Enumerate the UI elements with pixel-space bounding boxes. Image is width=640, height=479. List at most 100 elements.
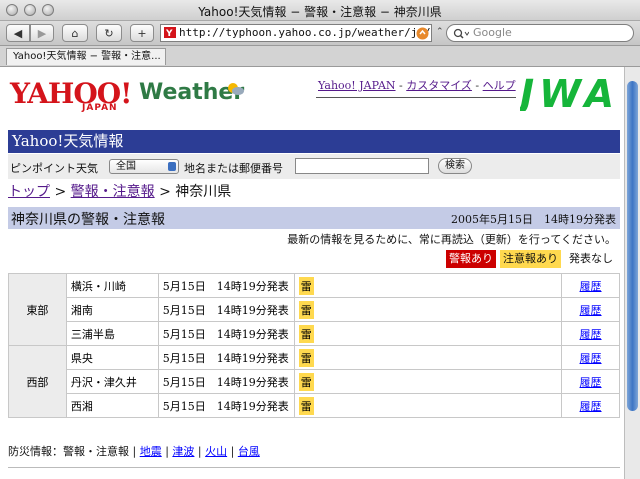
add-bookmark-button[interactable]: + bbox=[130, 24, 154, 42]
warning-types: 雷 bbox=[293, 321, 563, 346]
back-arrow-icon: ◀ bbox=[13, 26, 23, 40]
pinpoint-search-row: ピンポイント天気 全国 地名または郵便番号 検索 bbox=[8, 154, 620, 179]
region-cell: 西部 bbox=[8, 345, 67, 418]
address-url: http://typhoon.yahoo.co.jp/weather/jp/ke… bbox=[179, 26, 432, 39]
reload-notice: 最新の情報を見るために、常に再読込（更新）を行ってください。 bbox=[287, 233, 616, 246]
forward-button[interactable]: ▶ bbox=[30, 24, 54, 42]
issue-time: 5月15日 14時19分発表 bbox=[157, 321, 295, 346]
link-help[interactable]: ヘルプ bbox=[483, 79, 516, 92]
sun-cloud-icon bbox=[228, 83, 244, 95]
header-links: Yahoo! JAPAN - カスタマイズ - ヘルプ bbox=[318, 77, 516, 93]
breadcrumb-current: 神奈川県 bbox=[175, 184, 232, 200]
issue-hour: 14時19分発表 bbox=[216, 375, 289, 389]
snapback-icon[interactable] bbox=[416, 27, 429, 40]
reload-button[interactable]: ↻ bbox=[96, 24, 122, 42]
history-cell: 履歴 bbox=[561, 369, 620, 394]
prefecture-header: 神奈川県の警報・注意報 2005年5月15日 14時19分発表 bbox=[8, 207, 620, 229]
history-link[interactable]: 履歴 bbox=[580, 352, 602, 365]
issue-date: 5月15日 bbox=[162, 327, 206, 341]
warning-types: 雷 bbox=[293, 369, 563, 394]
history-link[interactable]: 履歴 bbox=[580, 304, 602, 317]
legend-warning: 警報あり bbox=[446, 250, 496, 268]
breadcrumb-separator: > bbox=[154, 184, 176, 200]
advisory-badge: 雷 bbox=[298, 372, 314, 391]
tab-current[interactable]: Yahoo!天気情報 − 警報・注意... bbox=[6, 48, 166, 65]
search-placeholder: Google bbox=[473, 26, 512, 39]
history-link[interactable]: 履歴 bbox=[580, 376, 602, 389]
warnings-table: 東部 横浜・川崎 5月15日 14時19分発表 雷 履歴 湘南 5月15日 14… bbox=[8, 273, 620, 418]
prefecture-title: 神奈川県の警報・注意報 bbox=[11, 212, 165, 228]
link-yahoo-japan[interactable]: Yahoo! JAPAN bbox=[318, 79, 396, 92]
link-tsunami[interactable]: 津波 bbox=[172, 445, 194, 458]
footer-separator: | bbox=[129, 445, 140, 458]
issue-hour: 14時19分発表 bbox=[216, 351, 289, 365]
region-select[interactable]: 全国 bbox=[109, 159, 179, 174]
link-typhoon[interactable]: 台風 bbox=[238, 445, 260, 458]
history-link[interactable]: 履歴 bbox=[580, 400, 602, 413]
section-title-bar: Yahoo!天気情報 bbox=[8, 130, 620, 153]
reload-icon: ↻ bbox=[104, 26, 114, 40]
home-icon: ⌂ bbox=[71, 26, 79, 40]
window-titlebar: Yahoo!天気情報 − 警報・注意報 − 神奈川県 bbox=[0, 0, 640, 21]
disaster-info-links: 防災情報：警報・注意報 | 地震 | 津波 | 火山 | 台風 bbox=[8, 443, 260, 459]
tab-label: Yahoo!天気情報 − 警報・注意... bbox=[13, 51, 161, 62]
footer-label: 防災情報：警報・注意報 bbox=[8, 445, 129, 458]
warning-types: 雷 bbox=[293, 273, 563, 298]
issue-date: 5月15日 bbox=[162, 399, 206, 413]
web-page: YAHOO! JAPAN Weather Yahoo! JAPAN - カスタマ… bbox=[0, 67, 624, 479]
area-name: 三浦半島 bbox=[65, 321, 159, 346]
issue-time: 5月15日 14時19分発表 bbox=[157, 273, 295, 298]
scroll-thumb[interactable] bbox=[627, 81, 638, 411]
forward-arrow-icon: ▶ bbox=[37, 26, 47, 40]
advisory-badge: 雷 bbox=[298, 324, 314, 343]
place-input[interactable] bbox=[295, 158, 429, 174]
search-field[interactable]: Google bbox=[446, 24, 634, 42]
advisory-badge: 雷 bbox=[298, 396, 314, 415]
home-button[interactable]: ⌂ bbox=[62, 24, 88, 42]
browser-toolbar: ◀ ▶ ⌂ ↻ + Y http://typhoon.yahoo.co.jp/w… bbox=[0, 21, 640, 46]
issue-date: 5月15日 bbox=[162, 303, 206, 317]
jwa-logo-text: JWA bbox=[520, 73, 614, 111]
link-volcano[interactable]: 火山 bbox=[205, 445, 227, 458]
advisory-badge: 雷 bbox=[298, 276, 314, 295]
issue-time: 5月15日 14時19分発表 bbox=[157, 369, 295, 394]
table-row: 西湘 5月15日 14時19分発表 雷 履歴 bbox=[9, 393, 620, 418]
advisory-badge: 雷 bbox=[298, 300, 314, 319]
link-separator: - bbox=[395, 79, 407, 92]
region-select-value: 全国 bbox=[116, 161, 136, 172]
vertical-scrollbar[interactable] bbox=[624, 67, 640, 479]
history-cell: 履歴 bbox=[561, 393, 620, 418]
history-link[interactable]: 履歴 bbox=[580, 328, 602, 341]
history-cell: 履歴 bbox=[561, 345, 620, 370]
breadcrumb-separator: > bbox=[50, 184, 71, 200]
footer-divider bbox=[8, 467, 620, 468]
region-cell: 東部 bbox=[8, 273, 67, 346]
search-button[interactable]: 検索 bbox=[438, 158, 472, 174]
issue-time: 5月15日 14時19分発表 bbox=[157, 345, 295, 370]
back-button[interactable]: ◀ bbox=[6, 24, 30, 42]
legend-none: 発表なし bbox=[569, 252, 613, 265]
issue-date: 5月15日 bbox=[162, 375, 206, 389]
address-bar[interactable]: Y http://typhoon.yahoo.co.jp/weather/jp/… bbox=[160, 24, 432, 42]
breadcrumb-top[interactable]: トップ bbox=[8, 184, 50, 200]
history-link[interactable]: 履歴 bbox=[580, 280, 602, 293]
pinpoint-label: ピンポイント天気 bbox=[10, 162, 98, 175]
header-divider bbox=[316, 97, 516, 98]
footer-separator: | bbox=[161, 445, 173, 458]
issued-time: 2005年5月15日 14時19分発表 bbox=[451, 213, 616, 226]
history-cell: 履歴 bbox=[561, 321, 620, 346]
breadcrumb-warnings[interactable]: 警報・注意報 bbox=[71, 184, 155, 200]
area-name: 西湘 bbox=[65, 393, 159, 418]
legend-advisory: 注意報あり bbox=[500, 250, 561, 268]
link-customize[interactable]: カスタマイズ bbox=[406, 79, 472, 92]
link-separator: - bbox=[471, 79, 483, 92]
place-label: 地名または郵便番号 bbox=[184, 162, 283, 175]
area-name: 湘南 bbox=[65, 297, 159, 322]
link-earthquake[interactable]: 地震 bbox=[140, 445, 162, 458]
jwa-logo[interactable]: JWA bbox=[520, 73, 616, 111]
plus-icon: + bbox=[137, 26, 147, 40]
svg-text:Y: Y bbox=[165, 29, 173, 38]
history-cell: 履歴 bbox=[561, 273, 620, 298]
resize-handle-icon[interactable]: ⌃ bbox=[436, 27, 444, 37]
issue-hour: 14時19分発表 bbox=[216, 327, 289, 341]
